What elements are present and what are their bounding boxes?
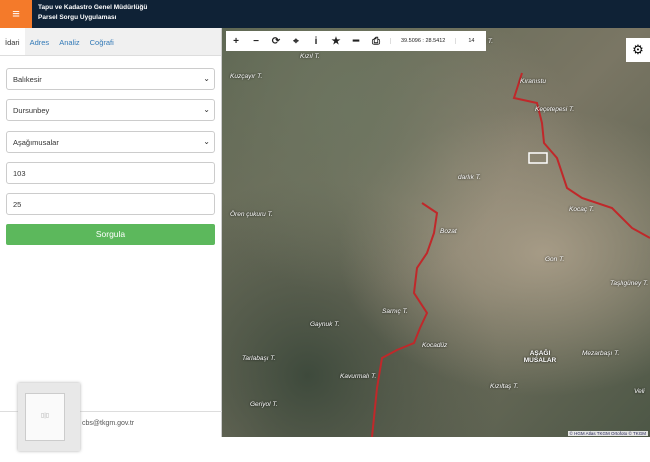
boundary-line — [512, 72, 650, 239]
contact-email[interactable]: cbs@tkgm.gov.tr — [82, 420, 134, 427]
document-thumbnail: ▯|▯ — [18, 383, 80, 451]
place-label: Gaynuk T. — [310, 321, 340, 328]
place-label: Kızıltaş T. — [490, 383, 519, 390]
coordinate-readout: 39.5096 : 28.5412 — [390, 38, 457, 44]
place-label: Tarlabaşı T. — [242, 355, 276, 362]
place-label: Mezarbaşı T. — [582, 350, 620, 357]
tab-adres[interactable]: Adres — [25, 28, 55, 55]
place-label: Sarnıç T. — [382, 308, 408, 315]
parsel-input[interactable]: 25 — [6, 193, 215, 215]
ilce-select[interactable]: Dursunbey ⌄ — [6, 99, 215, 121]
zoom-out-icon[interactable]: − — [246, 36, 266, 47]
print-icon[interactable]: ⎙ — [366, 36, 386, 47]
title-line-2: Parsel Sorgu Uygulaması — [38, 14, 117, 21]
tab-bar: İdari Adres Analiz Coğrafi — [0, 28, 221, 56]
sidebar: İdari Adres Analiz Coğrafi Balıkesir ⌄ Du… — [0, 28, 222, 437]
locate-icon[interactable]: ⌖ — [286, 36, 306, 47]
star-icon[interactable]: ★ — [326, 36, 346, 47]
place-label: Kızıl T. — [300, 53, 320, 60]
chevron-down-icon: ⌄ — [203, 74, 210, 83]
title-line-1: Tapu ve Kadastro Genel Müdürlüğü — [38, 4, 148, 11]
place-label: Ören çukuru T. — [230, 211, 273, 218]
place-label: Taşlıgüney T. — [610, 280, 649, 287]
map-attribution: © HGM Atlas TKGM Ortofoto © TKGM — [567, 431, 648, 436]
ilce-value: Dursunbey — [13, 106, 50, 115]
app-title: Tapu ve Kadastro Genel Müdürlüğü Parsel … — [38, 3, 147, 23]
gear-icon[interactable]: ⚙ — [626, 38, 650, 62]
ada-input[interactable]: 103 — [6, 162, 215, 184]
place-label: Kavurmalı T. — [340, 373, 377, 380]
parcel-boundary-lines — [371, 72, 650, 437]
tab-cografi[interactable]: Coğrafi — [85, 28, 119, 55]
il-select[interactable]: Balıkesir ⌄ — [6, 68, 215, 90]
zoom-level: 14 — [468, 38, 475, 44]
place-label: Gon T. — [545, 256, 565, 263]
tab-idari[interactable]: İdari — [0, 28, 25, 55]
chevron-down-icon: ⌄ — [203, 137, 210, 146]
sorgula-button[interactable]: Sorgula — [6, 224, 215, 245]
place-label: Keçetepesi T. — [535, 106, 575, 113]
map-toolbar: + − ⟳ ⌖ i ★ ━ ⎙ 39.5096 : 28.5412 14 — [226, 31, 487, 51]
hamburger-icon[interactable]: ≡ — [0, 0, 32, 28]
village-label: AŞAĞI MUSALAR — [523, 350, 557, 364]
place-label: Kuzçayır T. — [230, 73, 263, 80]
il-value: Balıkesir — [13, 75, 42, 84]
place-label: darlık T. — [458, 174, 481, 181]
document-image: ▯|▯ — [25, 393, 65, 441]
map-view[interactable]: Kızıl T. İkelemeç T. Kuzçayır T. Kıranıs… — [222, 28, 650, 437]
place-label: Kıranıstu — [520, 78, 547, 85]
mahalle-value: Aşağımusalar — [13, 138, 59, 147]
tab-analiz[interactable]: Analiz — [54, 28, 84, 55]
chevron-down-icon: ⌄ — [203, 105, 210, 114]
place-label: Bozat — [440, 228, 457, 235]
place-label: Kocaç T. — [569, 206, 595, 213]
place-label: Kocadüz — [422, 342, 448, 349]
measure-icon[interactable]: ━ — [346, 36, 366, 47]
place-label: Veli — [634, 388, 645, 395]
selected-parcel — [528, 152, 548, 164]
refresh-icon[interactable]: ⟳ — [266, 36, 286, 47]
boundary-line — [371, 202, 439, 437]
info-icon[interactable]: i — [306, 36, 326, 47]
mahalle-select[interactable]: Aşağımusalar ⌄ — [6, 131, 215, 153]
place-label: Geriyol T. — [250, 401, 278, 408]
app-header: ≡ Tapu ve Kadastro Genel Müdürlüğü Parse… — [0, 0, 650, 28]
zoom-in-icon[interactable]: + — [226, 36, 246, 47]
